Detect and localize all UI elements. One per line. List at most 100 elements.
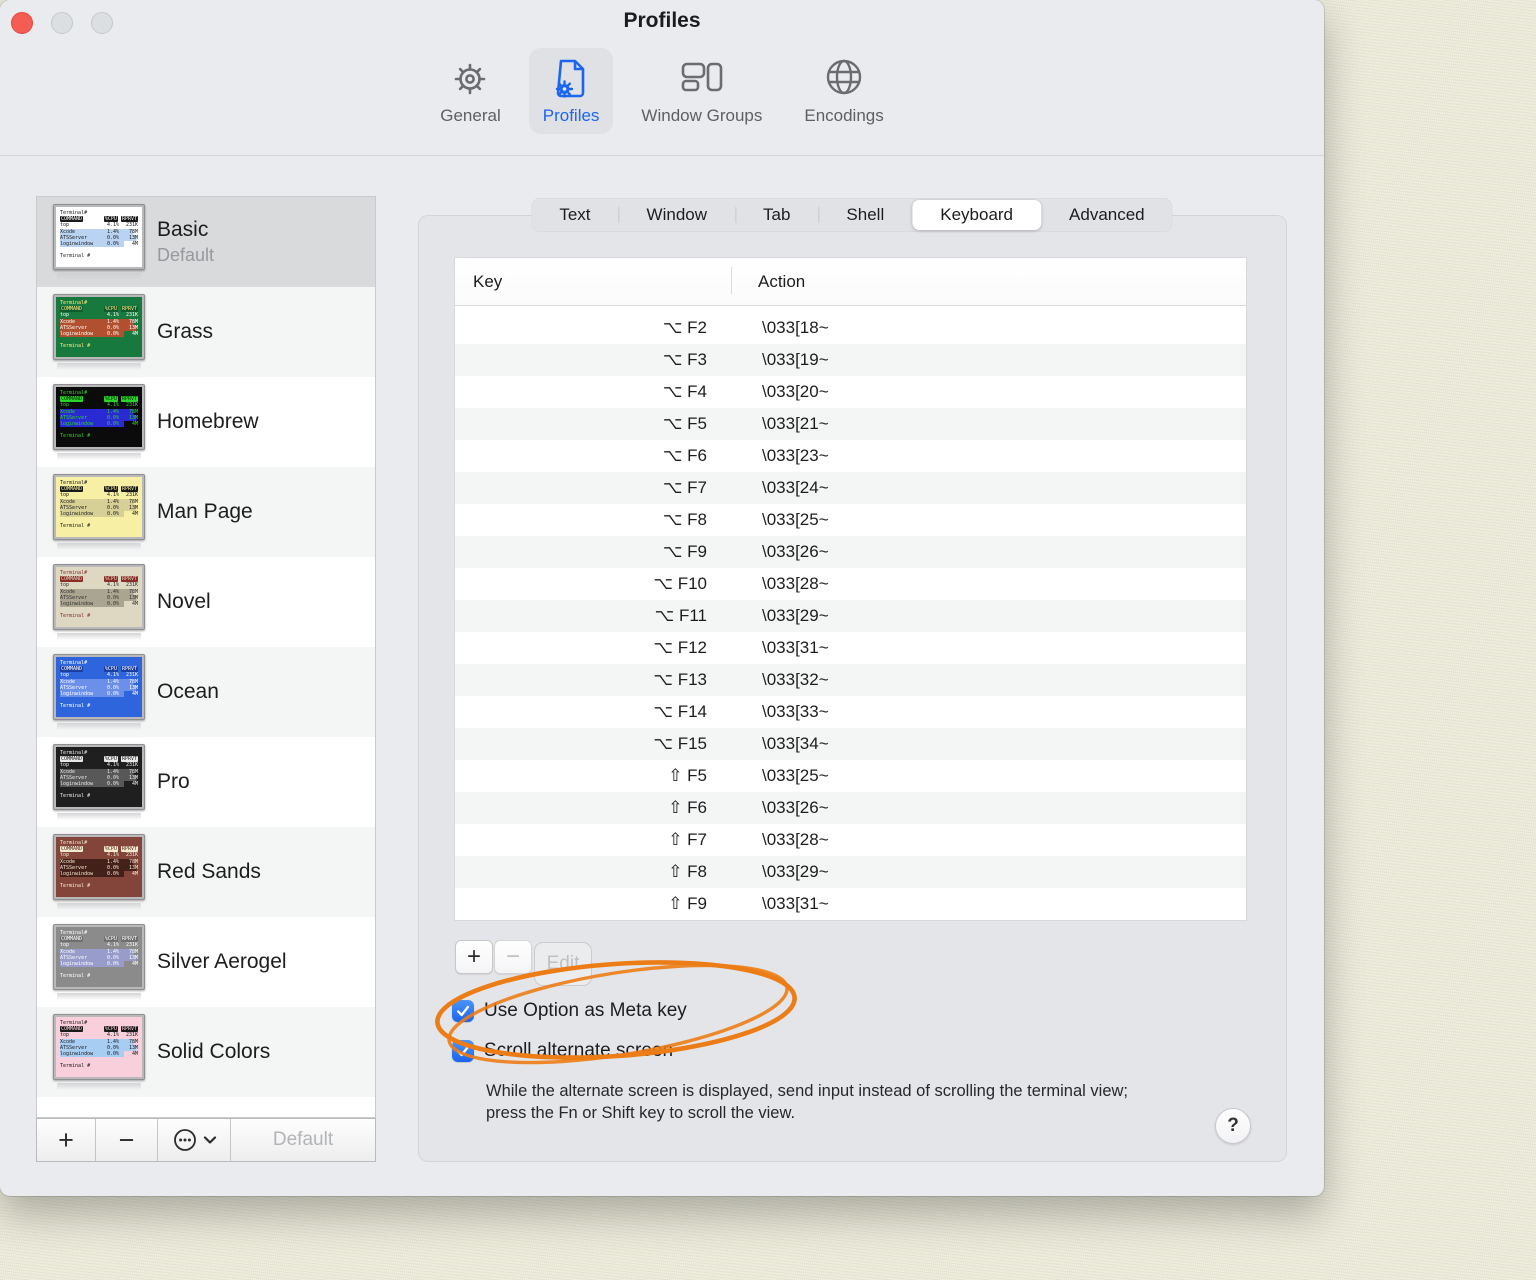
terminal-preview-screen: Terminal# COMMAND %CPU RPRVT top 4.1% 231K Xcod… (56, 747, 142, 807)
keybinding-row[interactable]: ⇧ F7 \033[28~ (455, 824, 1246, 856)
profile-thumbnail: Terminal# COMMAND %CPU RPRVT top 4.1% 231K Xcod… (53, 924, 145, 1000)
scroll-alternate-screen-row: Scroll alternate screen (452, 1038, 673, 1064)
process-mem: 4M (131, 511, 138, 518)
action-cell: \033[29~ (762, 606, 829, 625)
profile-name: Ocean (157, 680, 219, 703)
keybinding-row[interactable]: ⌥ F4 \033[20~ (455, 376, 1246, 408)
profile-actions-menu-button[interactable] (158, 1119, 231, 1161)
profile-thumbnail: Terminal# COMMAND %CPU RPRVT top 4.1% 231K Xcod… (53, 474, 145, 550)
terminal-preview: Terminal# COMMAND %CPU RPRVT top 4.1% 231K Xcod… (53, 384, 145, 450)
action-cell: \033[28~ (762, 574, 829, 593)
tab-keyboard[interactable]: Keyboard (912, 200, 1042, 230)
tab-shell[interactable]: Shell (818, 198, 912, 232)
edit-keybinding-button[interactable]: Edit (534, 942, 592, 986)
profile-text: Silver Aerogel (157, 950, 287, 974)
action-cell: \033[33~ (762, 702, 829, 721)
profile-item-solid-colors[interactable]: Terminal# COMMAND %CPU RPRVT top 4.1% 231K Xcod… (37, 1007, 375, 1097)
tab-tab[interactable]: Tab (735, 198, 818, 232)
keybinding-row[interactable]: ⌥ F10 \033[28~ (455, 568, 1246, 600)
process-name: loginwindow (60, 421, 94, 428)
key-cell: ⌥ F8 (662, 510, 707, 529)
action-cell: \033[31~ (762, 894, 829, 913)
key-cell: ⇧ F7 (668, 830, 707, 849)
key-cell: ⌥ F9 (662, 542, 707, 561)
keybinding-row[interactable]: ⌥ F9 \033[26~ (455, 536, 1246, 568)
keybinding-row[interactable]: ⌥ F11 \033[29~ (455, 600, 1246, 632)
profile-thumbnail: Terminal# COMMAND %CPU RPRVT top 4.1% 231K Xcod… (53, 564, 145, 640)
help-button[interactable]: ? (1215, 1108, 1251, 1144)
thumbnail-reflection (57, 903, 141, 910)
preview-prompt-line: Terminal # (60, 883, 91, 890)
profile-thumbnail: Terminal# COMMAND %CPU RPRVT top 4.1% 231K Xcod… (53, 204, 145, 280)
keybinding-row[interactable]: ⌥ F14 \033[33~ (455, 696, 1246, 728)
toolbar-item-general[interactable]: General (426, 48, 514, 134)
key-cell: ⌥ F6 (662, 446, 707, 465)
toolbar-item-encodings[interactable]: Encodings (790, 48, 897, 134)
use-option-as-meta-checkbox[interactable] (452, 1000, 474, 1022)
action-cell: \033[34~ (762, 734, 829, 753)
window-groups-icon (681, 62, 723, 92)
process-mem: 4M (131, 1051, 138, 1058)
process-cpu: 0.0% (106, 781, 119, 788)
toolbar-label: Profiles (542, 106, 600, 125)
add-profile-button[interactable]: + (37, 1119, 96, 1161)
profile-list: Terminal# COMMAND %CPU RPRVT top 4.1% 231K Xcod… (36, 196, 376, 1118)
preferences-window: Profiles General Profiles Window Groups … (0, 0, 1324, 1196)
preview-process-row: loginwindow 0.0% 4M (60, 331, 138, 338)
profile-item-ocean[interactable]: Terminal# COMMAND %CPU RPRVT top 4.1% 231K Xcod… (37, 647, 375, 737)
keybinding-row[interactable]: ⌥ F13 \033[32~ (455, 664, 1246, 696)
keybinding-row[interactable]: ⌥ F5 \033[21~ (455, 408, 1246, 440)
add-keybinding-button[interactable]: + (455, 940, 493, 974)
key-cell: ⇧ F5 (668, 766, 707, 785)
thumbnail-reflection (57, 363, 141, 370)
terminal-preview: Terminal# COMMAND %CPU RPRVT top 4.1% 231K Xcod… (53, 204, 145, 270)
remove-profile-button[interactable]: − (96, 1119, 158, 1161)
keybinding-row[interactable]: ⌥ F6 \033[23~ (455, 440, 1246, 472)
preview-process-row: loginwindow 0.0% 4M (60, 421, 138, 428)
keybinding-row[interactable]: ⇧ F9 \033[31~ (455, 888, 1246, 920)
profile-item-man-page[interactable]: Terminal# COMMAND %CPU RPRVT top 4.1% 231K Xcod… (37, 467, 375, 557)
preview-prompt-line: Terminal # (60, 613, 91, 620)
profile-item-silver-aerogel[interactable]: Terminal# COMMAND %CPU RPRVT top 4.1% 231K Xcod… (37, 917, 375, 1007)
checkmark-icon (456, 1045, 470, 1057)
keybinding-row[interactable]: ⌥ F2 \033[18~ (455, 312, 1246, 344)
action-cell: \033[28~ (762, 830, 829, 849)
set-default-button[interactable]: Default (231, 1119, 375, 1161)
action-cell: \033[23~ (762, 446, 829, 465)
profile-item-grass[interactable]: Terminal# COMMAND %CPU RPRVT top 4.1% 231K Xcod… (37, 287, 375, 377)
keybinding-row[interactable]: ⌥ F3 \033[19~ (455, 344, 1246, 376)
profile-tabs: Text Window Tab Shell Keyboard Advanced (531, 198, 1173, 232)
keybinding-row[interactable]: ⌥ F12 \033[31~ (455, 632, 1246, 664)
process-cpu: 0.0% (106, 331, 119, 338)
profile-item-pro[interactable]: Terminal# COMMAND %CPU RPRVT top 4.1% 231K Xcod… (37, 737, 375, 827)
profile-item-basic[interactable]: Terminal# COMMAND %CPU RPRVT top 4.1% 231K Xcod… (37, 197, 375, 287)
toolbar-item-window-groups[interactable]: Window Groups (627, 48, 776, 134)
profile-list-footer: + − Default (36, 1118, 376, 1162)
profile-thumbnail: Terminal# COMMAND %CPU RPRVT top 4.1% 231K Xcod… (53, 294, 145, 370)
profile-text: Grass (157, 320, 213, 344)
profile-item-homebrew[interactable]: Terminal# COMMAND %CPU RPRVT top 4.1% 231K Xcod… (37, 377, 375, 467)
tab-advanced[interactable]: Advanced (1041, 198, 1173, 232)
keybinding-row[interactable]: ⌥ F15 \033[34~ (455, 728, 1246, 760)
profile-item-novel[interactable]: Terminal# COMMAND %CPU RPRVT top 4.1% 231K Xcod… (37, 557, 375, 647)
tab-window[interactable]: Window (618, 198, 735, 232)
action-cell: \033[25~ (762, 510, 829, 529)
keybinding-row[interactable]: ⇧ F6 \033[26~ (455, 792, 1246, 824)
column-header-action[interactable]: Action (732, 272, 805, 292)
profile-text: Solid Colors (157, 1040, 270, 1064)
keybinding-row[interactable]: ⇧ F8 \033[29~ (455, 856, 1246, 888)
key-cell: ⇧ F6 (668, 798, 707, 817)
action-cell: \033[26~ (762, 798, 829, 817)
profile-item-red-sands[interactable]: Terminal# COMMAND %CPU RPRVT top 4.1% 231K Xcod… (37, 827, 375, 917)
column-header-key[interactable]: Key (455, 266, 732, 294)
action-cell: \033[29~ (762, 862, 829, 881)
remove-keybinding-button[interactable]: − (494, 940, 532, 974)
tab-text[interactable]: Text (531, 198, 618, 232)
keybinding-row[interactable]: ⇧ F5 \033[25~ (455, 760, 1246, 792)
keybinding-row[interactable]: ⌥ F8 \033[25~ (455, 504, 1246, 536)
globe-icon (826, 59, 862, 95)
scroll-alternate-screen-checkbox[interactable] (452, 1040, 474, 1062)
process-mem: 4M (131, 331, 138, 338)
toolbar-item-profiles[interactable]: Profiles (528, 48, 614, 134)
keybinding-row[interactable]: ⌥ F7 \033[24~ (455, 472, 1246, 504)
